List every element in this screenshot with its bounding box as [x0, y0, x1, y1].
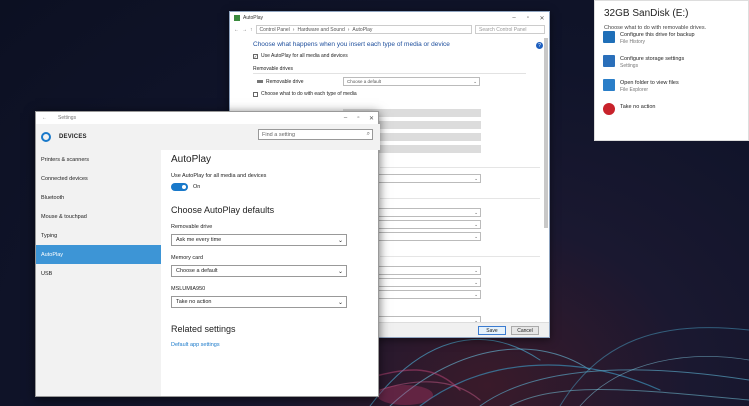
related-settings-heading: Related settings — [171, 324, 236, 334]
defaults-heading: Choose AutoPlay defaults — [171, 205, 275, 215]
cp-section-removable: Removable drives — [253, 66, 526, 74]
storage-settings-icon — [603, 55, 615, 67]
forward-arrow-icon[interactable]: → — [242, 27, 247, 33]
cp-window-title: AutoPlay — [243, 15, 264, 21]
settings-window: ← Settings – ▫ ✕ DEVICES Find a setting … — [35, 111, 380, 397]
settings-category-title: DEVICES — [59, 134, 87, 140]
back-arrow-icon[interactable]: ← — [42, 115, 52, 121]
toast-option-title: Configure storage settings — [620, 56, 685, 62]
cp-address-bar: ← → ↑ Control Panel › Hardware and Sound… — [230, 24, 549, 35]
maximize-icon[interactable]: ▫ — [352, 115, 365, 122]
cancel-button[interactable]: Cancel — [511, 326, 539, 335]
sidebar-item-connected-devices[interactable]: Connected devices — [36, 169, 161, 188]
cp-heading: Choose what happens when you insert each… — [253, 41, 450, 48]
cp-use-autoplay-label: Use AutoPlay for all media and devices — [261, 53, 348, 59]
sidebar-item-mouse[interactable]: Mouse & touchpad — [36, 207, 161, 226]
toast-option-backup[interactable]: Configure this drive for backup File His… — [595, 31, 748, 55]
device-value: Take no action — [176, 299, 212, 305]
drive-icon — [257, 80, 263, 83]
minimize-icon[interactable]: – — [507, 15, 521, 22]
checkbox-checked-icon[interactable]: ✓ — [253, 53, 258, 59]
folder-icon — [603, 79, 615, 91]
removable-drive-dropdown[interactable]: Ask me every time ⌄ — [171, 234, 347, 246]
breadcrumb[interactable]: Control Panel › Hardware and Sound › Aut… — [255, 25, 472, 34]
cp-choose-each-checkbox[interactable]: Choose what to do with each type of medi… — [253, 91, 526, 97]
save-button[interactable]: Save — [478, 326, 506, 335]
toast-option-open-folder[interactable]: Open folder to view files File Explorer — [595, 79, 748, 103]
device-label: MSLUMIA950 — [171, 286, 206, 292]
cp-use-autoplay-checkbox[interactable]: ✓ Use AutoPlay for all media and devices — [253, 53, 526, 59]
close-icon[interactable]: ✕ — [365, 115, 378, 122]
toggle-state-label: On — [193, 184, 201, 190]
backup-icon — [603, 31, 615, 43]
breadcrumb-item[interactable]: Control Panel — [260, 27, 290, 33]
close-icon[interactable]: ✕ — [535, 15, 549, 22]
page-title: AutoPlay — [171, 154, 212, 165]
breadcrumb-item[interactable]: Hardware and Sound — [297, 27, 344, 33]
divider — [380, 256, 540, 257]
settings-content: AutoPlay Use AutoPlay for all media and … — [171, 150, 378, 396]
memory-card-label: Memory card — [171, 255, 204, 261]
toast-option-title: Open folder to view files — [620, 80, 679, 86]
cp-removable-drive-value: Choose a default — [347, 79, 382, 84]
device-dropdown[interactable]: Take no action ⌄ — [171, 296, 347, 308]
cp-titlebar: AutoPlay – ▫ ✕ — [230, 12, 549, 24]
cp-search-placeholder: Search Control Panel — [479, 26, 527, 33]
removable-drive-label: Removable drive — [171, 224, 213, 230]
toast-option-title: Configure this drive for backup — [620, 32, 695, 38]
up-arrow-icon[interactable]: ↑ — [250, 27, 253, 33]
settings-header: DEVICES Find a setting ⌕ — [36, 124, 380, 150]
chevron-right-icon: › — [347, 26, 350, 33]
toast-option-sub: File History — [620, 39, 646, 45]
toast-option-sub: Settings — [620, 63, 639, 69]
cp-search-input[interactable]: Search Control Panel — [475, 25, 545, 34]
no-action-icon — [603, 103, 615, 115]
sidebar-item-usb[interactable]: USB — [36, 264, 161, 283]
toast-subtitle: Choose what to do with removable drives. — [604, 25, 707, 31]
removable-drive-value: Ask me every time — [176, 237, 222, 243]
chevron-down-icon: ⌄ — [337, 237, 343, 244]
toast-option-sub: File Explorer — [620, 87, 649, 93]
sidebar-item-printers[interactable]: Printers & scanners — [36, 150, 161, 169]
toast-option-title: Take no action — [620, 104, 656, 110]
sidebar-item-bluetooth[interactable]: Bluetooth — [36, 188, 161, 207]
autoplay-toast: 32GB SanDisk (E:) Choose what to do with… — [594, 0, 749, 141]
cp-window-icon — [234, 15, 240, 21]
scrollbar[interactable] — [544, 38, 548, 228]
autoplay-toggle[interactable] — [171, 183, 188, 191]
settings-sidebar: Printers & scanners Connected devices Bl… — [36, 150, 161, 396]
settings-window-title: Settings — [58, 115, 77, 121]
divider — [380, 167, 540, 168]
divider — [380, 198, 540, 199]
default-app-settings-link[interactable]: Default app settings — [171, 342, 378, 348]
settings-search-input[interactable]: Find a setting ⌕ — [258, 129, 373, 140]
breadcrumb-item[interactable]: AutoPlay — [352, 27, 372, 33]
search-icon[interactable]: ⌕ — [367, 131, 372, 138]
sidebar-item-autoplay[interactable]: AutoPlay — [36, 245, 161, 264]
chevron-down-icon: ⌄ — [337, 268, 343, 275]
toast-title: 32GB SanDisk (E:) — [604, 8, 689, 19]
chevron-down-icon: ⌄ — [337, 299, 343, 306]
cp-removable-drive-label: Removable drive — [266, 78, 304, 85]
back-arrow-icon[interactable]: ← — [234, 27, 239, 33]
memory-card-dropdown[interactable]: Choose a default ⌄ — [171, 265, 347, 277]
maximize-icon[interactable]: ▫ — [521, 15, 535, 22]
gear-icon — [41, 132, 51, 142]
memory-card-value: Choose a default — [176, 268, 218, 274]
cp-removable-drive-select[interactable]: Choose a default — [343, 77, 480, 86]
chevron-right-icon: › — [292, 26, 295, 33]
cp-choose-each-label: Choose what to do with each type of medi… — [261, 91, 357, 97]
use-autoplay-label: Use AutoPlay for all media and devices — [171, 173, 267, 179]
minimize-icon[interactable]: – — [339, 115, 352, 122]
sidebar-item-typing[interactable]: Typing — [36, 226, 161, 245]
settings-search-placeholder: Find a setting — [262, 131, 296, 138]
toast-option-no-action[interactable]: Take no action — [595, 103, 748, 127]
settings-titlebar: ← Settings – ▫ ✕ — [36, 112, 378, 124]
toast-option-storage[interactable]: Configure storage settings Settings — [595, 55, 748, 79]
checkbox-unchecked-icon[interactable] — [253, 91, 258, 97]
